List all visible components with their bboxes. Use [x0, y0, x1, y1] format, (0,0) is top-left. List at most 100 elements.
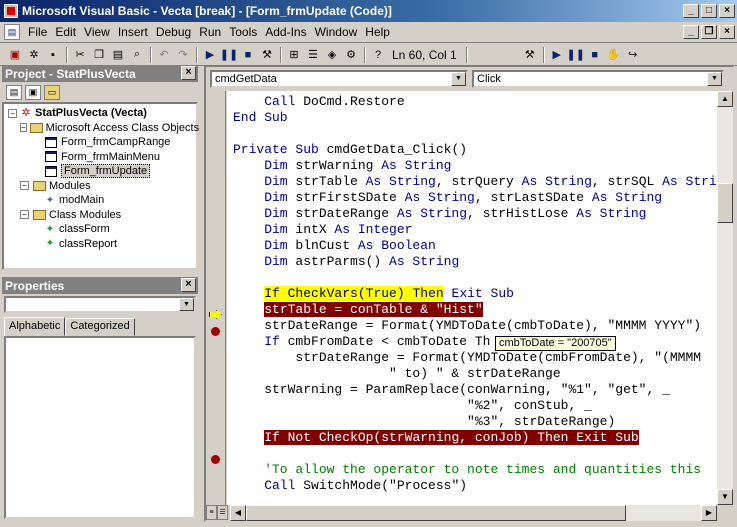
menu-view[interactable]: View — [80, 23, 114, 41]
scroll-right-icon[interactable]: ▶ — [701, 505, 717, 521]
horizontal-scrollbar[interactable]: ◀ ▶ — [230, 505, 717, 521]
tree-node-modules[interactable]: − Modules — [8, 179, 196, 194]
tree-node-class-modules[interactable]: − Class Modules — [8, 208, 196, 223]
minimize-button[interactable]: _ — [683, 4, 699, 18]
toggle-folders-icon[interactable]: ▭ — [44, 84, 60, 100]
cut-icon[interactable]: ✂ — [71, 46, 89, 64]
code-line[interactable]: Dim blnCust As Boolean — [233, 238, 436, 254]
toolbox-icon[interactable]: ⚙ — [342, 46, 360, 64]
code-line[interactable]: Dim strFirstSDate As String, strLastSDat… — [233, 190, 662, 206]
vertical-scrollbar[interactable]: ▲ ▼ — [717, 91, 733, 505]
run-icon[interactable]: ▶ — [201, 46, 219, 64]
code-line[interactable]: Dim strWarning As String — [233, 158, 451, 174]
tree-item-module[interactable]: ✦ modMain — [8, 193, 196, 208]
menu-file[interactable]: File — [24, 23, 51, 41]
step-into-icon[interactable]: ↪ — [624, 46, 642, 64]
view-access-icon[interactable]: ▣ — [6, 46, 24, 64]
scroll-down-icon[interactable]: ▼ — [717, 489, 733, 505]
menu-window[interactable]: Window — [311, 23, 362, 41]
code-line[interactable]: "%2", conStub, _ — [233, 398, 592, 414]
margin-indicator-bar[interactable] — [206, 91, 226, 505]
vertical-scroll-thumb[interactable] — [717, 183, 733, 223]
properties-grid[interactable] — [4, 336, 196, 519]
collapse-icon[interactable]: − — [20, 210, 29, 220]
tab-categorized[interactable]: Categorized — [65, 318, 135, 336]
code-line[interactable]: 'To allow the operator to note times and… — [233, 462, 701, 478]
code-line[interactable]: strDateRange = Format(YMDToDate(cmbFromD… — [233, 350, 701, 366]
reset-icon[interactable]: ■ — [239, 46, 257, 64]
view-object-icon[interactable]: ▣ — [25, 84, 41, 100]
menu-help[interactable]: Help — [361, 23, 394, 41]
toggle-breakpoint-icon[interactable]: ✋ — [605, 46, 623, 64]
collapse-icon[interactable]: − — [20, 123, 27, 133]
save-icon[interactable]: ▪ — [44, 46, 62, 64]
menu-debug[interactable]: Debug — [152, 23, 195, 41]
undo-icon[interactable]: ↶ — [155, 46, 173, 64]
properties-object-select[interactable]: ▼ — [4, 296, 196, 313]
code-editor[interactable]: Call DoCmd.Restore End Sub Private Sub c… — [227, 91, 717, 505]
code-line[interactable]: Call DoCmd.Restore — [233, 94, 404, 110]
debug-reset-icon[interactable]: ■ — [586, 46, 604, 64]
menu-edit[interactable]: Edit — [51, 23, 80, 41]
horizontal-scroll-thumb[interactable] — [246, 505, 626, 521]
collapse-icon[interactable]: − — [20, 181, 29, 191]
tree-node-project[interactable]: − ✲ StatPlusVecta (Vecta) — [8, 106, 196, 121]
collapse-icon[interactable]: − — [8, 108, 17, 118]
menu-tools[interactable]: Tools — [225, 23, 261, 41]
execution-point-arrow-icon[interactable] — [209, 310, 222, 319]
maximize-button[interactable]: □ — [701, 4, 717, 18]
code-line[interactable]: If cmbFromDate < cmbToDate Th — [233, 334, 490, 350]
object-select[interactable]: cmdGetData ▼ — [210, 70, 468, 88]
tree-item-form[interactable]: Form_frmMainMenu — [8, 150, 196, 165]
code-line-current[interactable]: If CheckVars(True) Then Exit Sub — [233, 286, 514, 302]
chevron-down-icon[interactable]: ▼ — [451, 72, 466, 86]
break-icon[interactable]: ❚❚ — [220, 46, 238, 64]
breakpoint-icon[interactable] — [211, 327, 220, 336]
view-code-icon[interactable]: ▤ — [6, 84, 22, 100]
copy-icon[interactable]: ❐ — [90, 46, 108, 64]
tab-alphabetic[interactable]: Alphabetic — [4, 317, 66, 336]
code-line-breakpoint[interactable]: strTable = conTable & "Hist" — [233, 302, 483, 318]
tree-item-form[interactable]: Form_frmCampRange — [8, 135, 196, 150]
code-line[interactable]: strWarning = ParamReplace(conWarning, "%… — [233, 382, 670, 398]
paste-icon[interactable]: ▤ — [109, 46, 127, 64]
code-line[interactable]: " to) " & strDateRange — [233, 366, 561, 382]
tree-item-class[interactable]: ✦ classForm — [8, 222, 196, 237]
child-restore-button[interactable]: ❐ — [701, 25, 717, 39]
insert-module-icon[interactable]: ✲ — [25, 46, 43, 64]
vb-app-icon[interactable] — [4, 4, 18, 18]
code-window-icon[interactable]: ▤ — [4, 24, 20, 40]
help-icon[interactable]: ? — [369, 46, 387, 64]
procedure-select[interactable]: Click ▼ — [472, 70, 724, 88]
code-line[interactable]: Call SwitchMode("Process") — [233, 478, 467, 494]
redo-icon[interactable]: ↷ — [174, 46, 192, 64]
tree-item-form-selected[interactable]: Form_frmUpdate — [8, 164, 196, 179]
code-line[interactable]: End Sub — [233, 110, 288, 126]
child-minimize-button[interactable]: _ — [683, 25, 699, 39]
code-line[interactable]: Dim intX As Integer — [233, 222, 412, 238]
debug-break-icon[interactable]: ❚❚ — [567, 46, 585, 64]
tree-node-access-objects[interactable]: − Microsoft Access Class Objects — [8, 121, 199, 136]
child-close-button[interactable]: × — [719, 25, 735, 39]
menu-insert[interactable]: Insert — [114, 23, 152, 41]
find-icon[interactable]: ⌕ — [128, 46, 146, 64]
code-line[interactable]: strDateRange = Format(YMDToDate(cmbToDat… — [233, 318, 701, 334]
project-explorer-icon[interactable]: ⊞ — [285, 46, 303, 64]
design-mode-toggle-icon[interactable]: ⚒ — [521, 46, 539, 64]
menu-run[interactable]: Run — [195, 23, 225, 41]
code-line-breakpoint[interactable]: If Not CheckOp(strWarning, conJob) Then … — [233, 430, 639, 446]
code-line[interactable]: Dim strTable As String, strQuery As Stri… — [233, 174, 717, 190]
scroll-up-icon[interactable]: ▲ — [717, 91, 733, 107]
full-module-view-icon[interactable]: ☰ — [217, 505, 228, 520]
scroll-left-icon[interactable]: ◀ — [230, 505, 246, 521]
code-line[interactable]: Dim astrParms() As String — [233, 254, 459, 270]
design-mode-icon[interactable]: ⚒ — [258, 46, 276, 64]
code-line[interactable]: Dim strDateRange As String, strHistLose … — [233, 206, 646, 222]
menu-add-ins[interactable]: Add-Ins — [261, 23, 310, 41]
properties-window-icon[interactable]: ☰ — [304, 46, 322, 64]
project-tree[interactable]: − ✲ StatPlusVecta (Vecta) − Microsoft Ac… — [2, 102, 199, 270]
tree-item-class[interactable]: ✦ classReport — [8, 237, 196, 252]
object-browser-icon[interactable]: ◈ — [323, 46, 341, 64]
code-line[interactable]: "%3", strDateRange) — [233, 414, 615, 430]
code-line[interactable]: Private Sub cmdGetData_Click() — [233, 142, 467, 158]
